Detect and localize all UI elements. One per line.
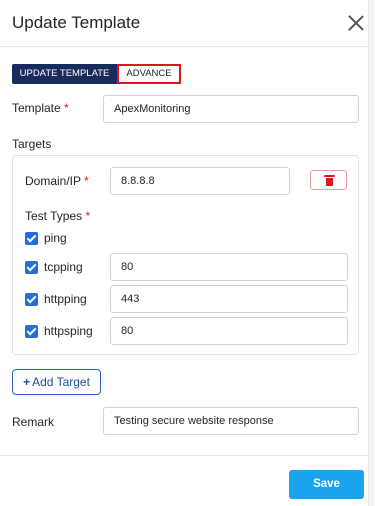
test-types-label: Test Types * — [25, 209, 90, 223]
delete-target-button[interactable] — [310, 170, 347, 190]
targets-heading: Targets — [12, 137, 52, 151]
trash-icon — [324, 175, 335, 186]
tab-advance[interactable]: ADVANCE — [117, 64, 181, 84]
plus-icon: + — [23, 375, 31, 389]
add-target-label: Add Target — [32, 375, 90, 389]
save-button[interactable]: Save — [289, 470, 364, 499]
add-target-button[interactable]: + Add Target — [12, 369, 101, 395]
tcpping-label: tcpping — [44, 260, 83, 274]
update-template-modal: Update Template UPDATE TEMPLATE ADVANCE … — [0, 0, 369, 506]
domain-label: Domain/IP * — [25, 174, 89, 188]
template-label: Template * — [12, 101, 69, 115]
modal-header: Update Template — [0, 0, 369, 47]
httpping-checkbox[interactable] — [25, 293, 38, 306]
template-name-input[interactable]: ApexMonitoring — [103, 95, 359, 123]
page-scroll-edge — [369, 0, 375, 506]
domain-ip-input[interactable]: 8.8.8.8 — [110, 167, 290, 195]
modal-title: Update Template — [12, 13, 141, 32]
template-label-text: Template — [12, 101, 61, 115]
required-marker: * — [64, 101, 69, 115]
required-marker: * — [84, 174, 89, 188]
remark-label: Remark — [12, 415, 55, 429]
ping-label: ping — [44, 231, 67, 245]
httpsping-port-input[interactable]: 80 — [110, 317, 348, 345]
tcpping-checkbox[interactable] — [25, 261, 38, 274]
httpsping-checkbox[interactable] — [25, 325, 38, 338]
domain-label-text: Domain/IP — [25, 174, 81, 188]
tab-update-template[interactable]: UPDATE TEMPLATE — [12, 64, 117, 84]
ping-checkbox[interactable] — [25, 232, 38, 245]
close-icon[interactable] — [348, 15, 364, 31]
remark-input[interactable]: Testing secure website response — [103, 407, 359, 435]
tcpping-port-input[interactable]: 80 — [110, 253, 348, 281]
httpping-port-input[interactable]: 443 — [110, 285, 348, 313]
test-types-label-text: Test Types — [25, 209, 83, 223]
httpsping-label: httpsping — [44, 324, 93, 338]
httpping-label: httpping — [44, 292, 87, 306]
required-marker: * — [85, 209, 91, 223]
